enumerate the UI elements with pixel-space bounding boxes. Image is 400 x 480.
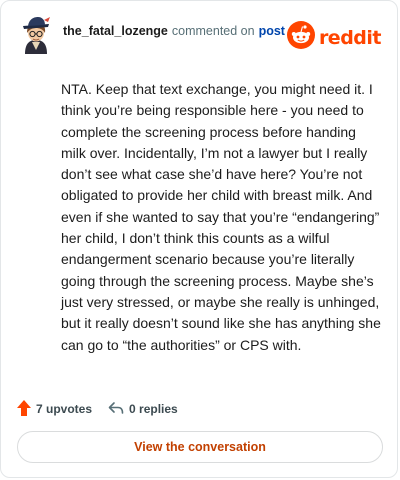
reddit-wordmark: reddit	[318, 26, 382, 49]
post-link[interactable]: post	[259, 24, 285, 38]
reply-arrow-icon[interactable]	[108, 401, 124, 418]
reply-count: 0 replies	[129, 402, 178, 416]
comment-footer: 7 upvotes 0 replies	[17, 399, 178, 419]
view-conversation-button[interactable]: View the conversation	[17, 431, 383, 463]
upvote-group[interactable]: 7 upvotes	[17, 399, 93, 419]
reddit-snoo-icon	[286, 21, 315, 54]
username[interactable]: the_fatal_lozenge	[63, 24, 168, 38]
reply-group[interactable]: 0 replies	[108, 401, 178, 418]
reddit-logo[interactable]: reddit	[286, 21, 382, 54]
comment-header: the_fatal_lozenge commented on post redd…	[17, 15, 382, 55]
action-text: commented on	[171, 24, 255, 38]
comment-card: the_fatal_lozenge commented on post redd…	[0, 0, 398, 478]
comment-meta: the_fatal_lozenge commented on post	[63, 24, 285, 38]
avatar[interactable]	[17, 16, 55, 54]
upvote-count: 7 upvotes	[36, 402, 93, 416]
upvote-arrow-icon[interactable]	[17, 399, 31, 419]
comment-body: NTA. Keep that text exchange, you might …	[61, 81, 381, 353]
